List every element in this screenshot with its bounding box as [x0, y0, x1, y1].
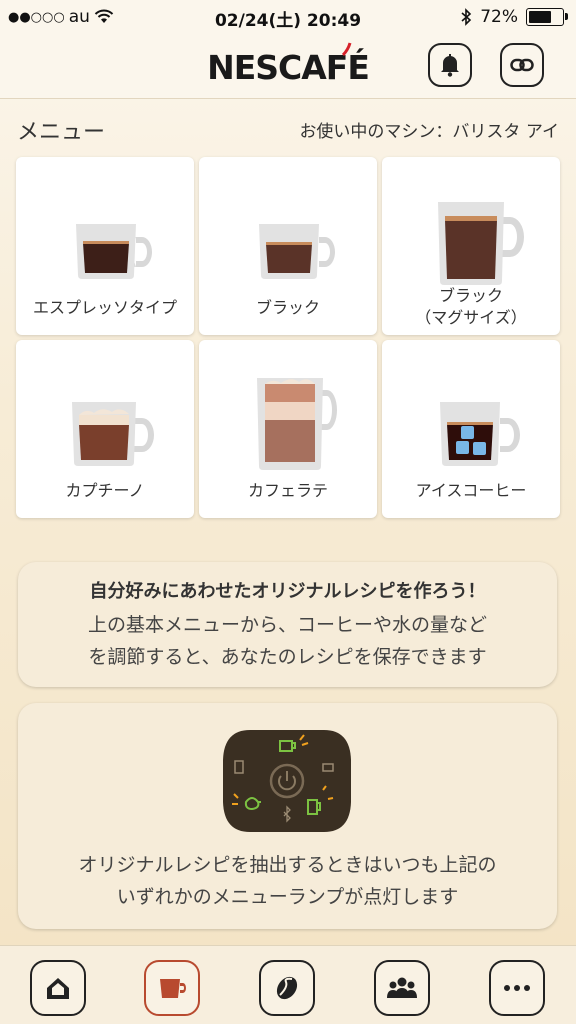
more-icon [504, 985, 530, 991]
link-icon [510, 58, 534, 72]
notification-button[interactable] [428, 43, 472, 87]
menu-item-iced-coffee[interactable]: アイスコーヒー [382, 340, 560, 518]
tab-home[interactable] [30, 960, 86, 1016]
recipe-info-panel: 自分好みにあわせたオリジナルレシピを作ろう！ 上の基本メニューから、コーヒーや水… [18, 562, 557, 687]
menu-item-black[interactable]: ブラック [199, 157, 377, 335]
menu-item-label: ブラック （マグサイズ） [415, 286, 527, 327]
coffee-bean-icon [276, 976, 298, 1000]
link-button[interactable] [500, 43, 544, 87]
tab-beans[interactable] [259, 960, 315, 1016]
recipe-info-title: 自分好みにあわせたオリジナルレシピを作ろう！ [89, 581, 486, 602]
menu-item-caffe-latte[interactable]: カフェラテ [199, 340, 377, 518]
battery-icon [526, 8, 568, 26]
bluetooth-icon [461, 8, 472, 26]
menu-item-label: アイスコーヒー [415, 481, 527, 500]
recipe-info-line: 上の基本メニューから、コーヒーや水の量など [87, 614, 487, 636]
menu-item-label: カプチーノ [65, 481, 145, 500]
machine-control-panel-icon [223, 730, 351, 832]
status-bar: ●●○○○ au 02/24(土) 20:49 72% [0, 0, 576, 34]
menu-item-espresso[interactable]: エスプレッソタイプ [16, 157, 194, 335]
black-cup-icon [259, 224, 335, 279]
tab-menu[interactable] [144, 960, 200, 1016]
nescafe-logo: NESCAFÉ [0, 42, 576, 87]
menu-item-cappuccino[interactable]: カプチーノ [16, 340, 194, 518]
tab-community[interactable] [374, 960, 430, 1016]
battery-percent: 72% [480, 7, 518, 27]
logo-accent-icon [342, 42, 352, 56]
menu-item-black-mug[interactable]: ブラック （マグサイズ） [382, 157, 560, 335]
machine-lamp-panel: オリジナルレシピを抽出するときはいつも上記の いずれかのメニューランプが点灯しま… [18, 703, 557, 929]
menu-title: メニュー [17, 120, 106, 145]
community-icon [387, 977, 417, 998]
menu-grid: エスプレッソタイプ ブラック ブラック （マグサイズ） カプチーノ カフェラテ … [16, 157, 561, 518]
latte-glass-icon [257, 378, 337, 470]
cappuccino-cup-icon [72, 402, 154, 466]
bell-icon [441, 54, 459, 77]
iced-coffee-glass-icon [440, 402, 520, 466]
bottom-tab-bar [0, 945, 576, 1024]
home-icon [47, 978, 69, 999]
menu-item-label: エスプレッソタイプ [32, 298, 177, 317]
coffee-cup-icon [160, 979, 186, 998]
app-header: NESCAFÉ [0, 34, 576, 99]
tab-more[interactable] [489, 960, 545, 1016]
menu-item-label: ブラック [255, 298, 320, 317]
recipe-info-line: を調節すると、あなたのレシピを保存できます [88, 646, 487, 668]
machine-lamp-line: オリジナルレシピを抽出するときはいつも上記の [78, 854, 497, 876]
mug-cup-icon [438, 202, 524, 285]
machine-lamp-text: オリジナルレシピを抽出するときはいつも上記の いずれかのメニューランプが点灯しま… [18, 849, 557, 913]
machine-lamp-line: いずれかのメニューランプが点灯します [116, 886, 459, 908]
recipe-info-text: 上の基本メニューから、コーヒーや水の量など を調節すると、あなたのレシピを保存で… [18, 609, 557, 673]
espresso-cup-icon [76, 224, 152, 279]
machine-name: お使い中のマシン：バリスタ アイ [299, 122, 559, 142]
menu-item-label: カフェラテ [247, 481, 328, 500]
